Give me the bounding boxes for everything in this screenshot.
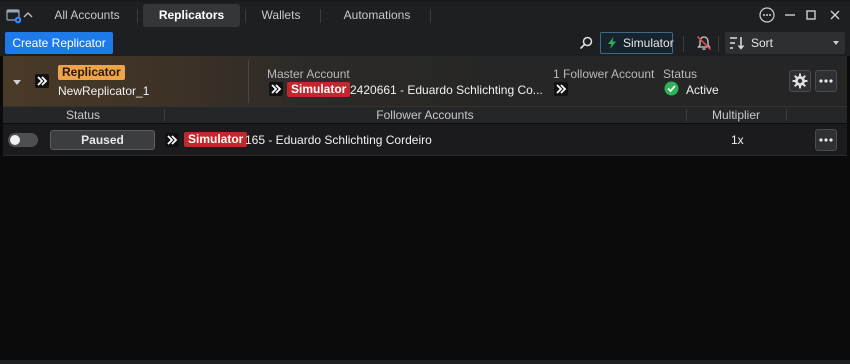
simulator-filter-button[interactable]: Simulator <box>600 32 674 54</box>
app-window-icon[interactable] <box>6 8 22 24</box>
more-options-icon[interactable] <box>758 6 776 24</box>
close-icon[interactable] <box>826 6 844 24</box>
status-value: Active <box>686 83 719 97</box>
follower-count-label: 1 Follower Account <box>553 67 655 81</box>
follower-toggle[interactable] <box>8 133 38 147</box>
search-icon[interactable] <box>578 35 594 51</box>
column-divider <box>786 109 787 121</box>
follower-simulator-badge: Simulator <box>184 132 248 147</box>
master-simulator-badge: Simulator <box>287 82 351 97</box>
window-bottom-edge <box>0 360 850 364</box>
column-follower-accounts[interactable]: Follower Accounts <box>165 107 685 123</box>
replicator-badge: Replicator <box>58 65 125 80</box>
replicator-header[interactable]: Replicator NewReplicator_1 Master Accoun… <box>3 56 847 107</box>
check-circle-icon <box>664 81 679 96</box>
toolbar-divider <box>718 36 719 52</box>
toolbar: Create Replicator Simulator Sort <box>0 32 850 56</box>
chevron-up-icon[interactable] <box>22 9 34 21</box>
tab-all-accounts[interactable]: All Accounts <box>42 4 132 27</box>
gear-icon <box>792 73 808 89</box>
master-account-name[interactable]: 2420661 - Eduardo Schlichting Co... <box>350 83 543 97</box>
double-chevron-icon <box>165 133 179 147</box>
ellipsis-icon <box>819 138 833 142</box>
follower-account-name[interactable]: 165 - Eduardo Schlichting Cordeiro <box>245 133 432 147</box>
double-chevron-icon <box>554 82 568 96</box>
double-chevron-icon <box>269 82 283 96</box>
tab-divider <box>430 9 431 23</box>
ellipsis-icon <box>819 79 833 83</box>
tab-automations[interactable]: Automations <box>330 4 424 27</box>
maximize-icon[interactable] <box>802 6 820 24</box>
tab-wallets[interactable]: Wallets <box>250 4 312 27</box>
follower-multiplier[interactable]: 1x <box>731 133 744 147</box>
master-account-label: Master Account <box>267 67 350 81</box>
top-edge <box>0 0 850 2</box>
chevron-down-icon <box>833 41 839 45</box>
tab-replicators[interactable]: Replicators <box>143 4 240 27</box>
sort-dropdown[interactable]: Sort <box>725 32 845 54</box>
tab-divider <box>320 9 321 23</box>
simulator-filter-label: Simulator <box>623 36 674 50</box>
settings-button[interactable] <box>789 70 811 92</box>
column-header: Status Follower Accounts Multiplier <box>3 107 847 123</box>
tab-divider <box>137 9 138 23</box>
paused-button[interactable]: Paused <box>50 130 155 150</box>
expand-caret-icon[interactable] <box>13 80 21 85</box>
sort-icon <box>730 37 745 50</box>
tab-divider <box>245 9 246 23</box>
column-multiplier[interactable]: Multiplier <box>687 107 785 123</box>
toolbar-divider <box>683 36 684 52</box>
toggle-knob <box>10 135 20 145</box>
double-chevron-icon <box>35 74 49 88</box>
sort-label: Sort <box>751 36 774 50</box>
minimize-icon[interactable] <box>781 6 799 24</box>
create-replicator-button[interactable]: Create Replicator <box>5 32 113 54</box>
status-label: Status <box>663 67 698 81</box>
table-row[interactable]: Paused Simulator 165 - Eduardo Schlichti… <box>3 124 847 156</box>
bell-off-icon[interactable] <box>695 34 713 52</box>
row-more-button[interactable] <box>815 129 837 151</box>
replicator-more-button[interactable] <box>815 70 837 92</box>
column-status[interactable]: Status <box>3 107 163 123</box>
card-divider <box>248 60 249 103</box>
title-bar: All Accounts Replicators Wallets Automat… <box>0 0 850 32</box>
replicator-name: NewReplicator_1 <box>58 84 150 98</box>
lightning-icon <box>608 37 616 49</box>
